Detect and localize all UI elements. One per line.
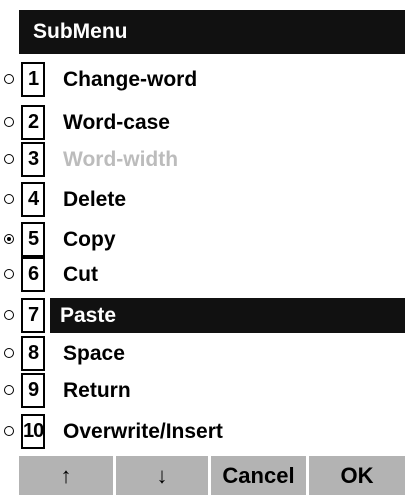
radio-indicator	[4, 74, 14, 84]
menu-item-delete[interactable]: 4 Delete	[0, 181, 411, 219]
item-number: 5	[21, 222, 45, 257]
item-label: Cut	[63, 263, 98, 286]
item-label: Copy	[63, 228, 116, 251]
item-number: 10	[21, 414, 45, 449]
radio-indicator	[4, 117, 14, 127]
cancel-softkey[interactable]: Cancel	[211, 456, 306, 495]
radio-indicator	[4, 154, 14, 164]
item-number: 4	[21, 182, 45, 217]
item-number: 3	[21, 142, 45, 177]
down-arrow-softkey[interactable]: ↓	[116, 456, 208, 495]
menu-item-return[interactable]: 9 Return	[0, 372, 411, 410]
up-arrow-softkey[interactable]: ↑	[19, 456, 113, 495]
softkey-bar: ↑ ↓ Cancel OK	[19, 456, 405, 495]
item-number: 8	[21, 336, 45, 371]
item-number: 7	[21, 298, 45, 333]
radio-indicator	[4, 310, 14, 320]
radio-indicator	[4, 194, 14, 204]
menu-item-cut[interactable]: 6 Cut	[0, 256, 411, 294]
menu-item-space[interactable]: 8 Space	[0, 335, 411, 373]
radio-indicator-checked	[4, 234, 14, 244]
radio-indicator	[4, 426, 14, 436]
item-number: 1	[21, 62, 45, 97]
item-number: 2	[21, 105, 45, 140]
menu-item-word-case[interactable]: 2 Word-case	[0, 104, 411, 142]
item-label: Space	[63, 342, 125, 365]
item-label-selected: Paste	[50, 298, 405, 333]
item-label: Word-case	[63, 111, 170, 134]
menu-item-word-width: 3 Word-width	[0, 141, 411, 179]
item-label: Overwrite/Insert	[63, 420, 223, 443]
item-number: 9	[21, 373, 45, 408]
item-label: Change-word	[63, 68, 198, 91]
menu-item-change-word[interactable]: 1 Change-word	[0, 61, 411, 99]
item-label: Delete	[63, 188, 127, 211]
item-label: Word-width	[63, 148, 179, 171]
radio-indicator	[4, 348, 14, 358]
submenu-title: SubMenu	[19, 10, 405, 54]
item-label: Return	[63, 379, 131, 402]
radio-indicator	[4, 385, 14, 395]
menu-item-overwrite-insert[interactable]: 10 Overwrite/Insert	[0, 413, 411, 451]
radio-indicator	[4, 269, 14, 279]
item-number: 6	[21, 257, 45, 292]
menu-item-copy[interactable]: 5 Copy	[0, 221, 411, 259]
menu-item-paste[interactable]: 7 Paste	[0, 297, 411, 335]
ok-softkey[interactable]: OK	[309, 456, 405, 495]
